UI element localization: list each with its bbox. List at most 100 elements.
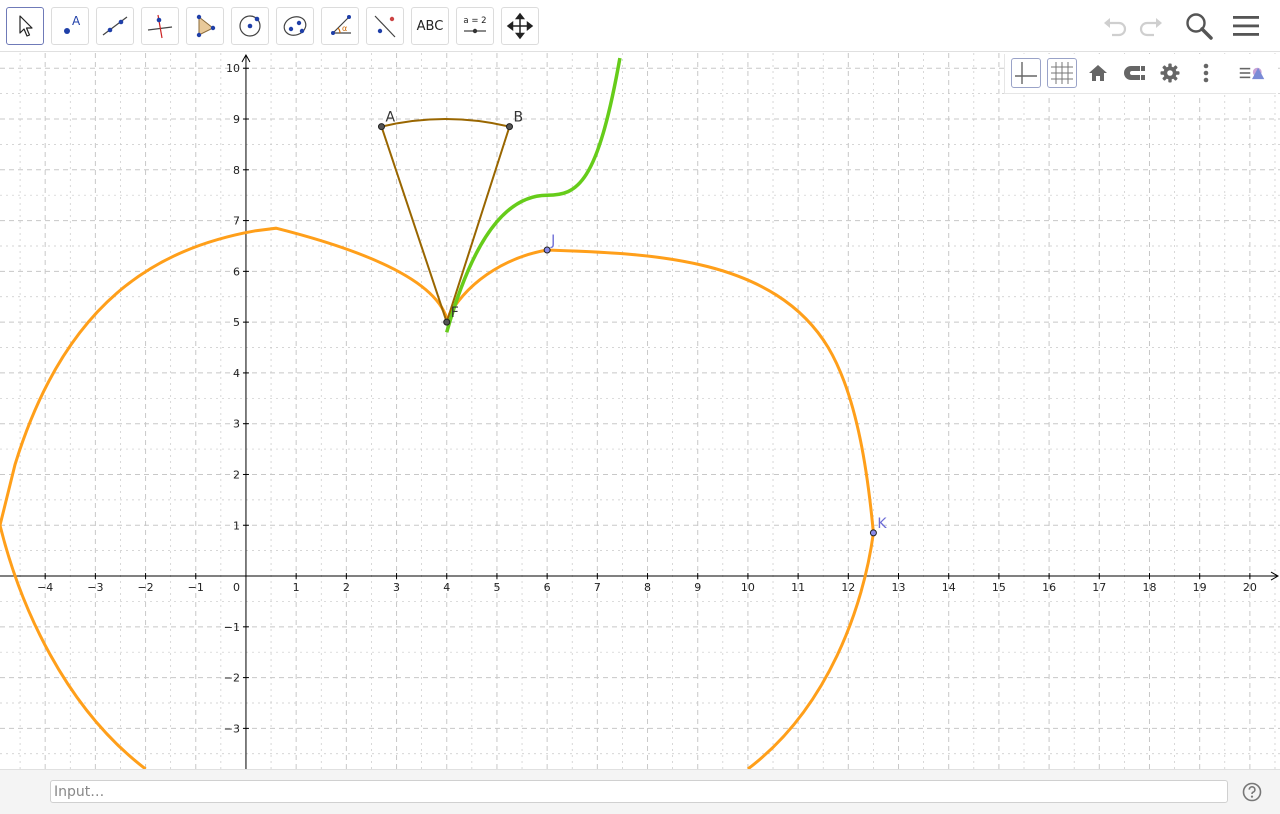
point-capturing-button[interactable] bbox=[1119, 58, 1149, 88]
point-capture-icon bbox=[1124, 66, 1145, 80]
search-button[interactable] bbox=[1182, 10, 1216, 42]
origin-label: 0 bbox=[233, 581, 240, 594]
axes: −4 −3 −2 −1 1 2 3 4 5 6 7 8 9 10 11 12 13 14 15 16 17 18 19 20−… bbox=[0, 53, 1280, 769]
y-tick-label: −1 bbox=[224, 621, 240, 634]
circle-tool[interactable] bbox=[231, 7, 269, 45]
point-label-k: K bbox=[877, 516, 887, 532]
x-tick-label: 18 bbox=[1142, 581, 1156, 594]
x-tick-label: −4 bbox=[37, 581, 53, 594]
point-label-a: A bbox=[385, 110, 395, 126]
x-tick-label: 17 bbox=[1092, 581, 1106, 594]
home-icon bbox=[1089, 65, 1107, 81]
axes-toggle-button[interactable] bbox=[1011, 58, 1041, 88]
settings-gear-icon bbox=[1160, 63, 1180, 83]
x-tick-label: 10 bbox=[741, 581, 755, 594]
x-tick-label: 20 bbox=[1243, 581, 1257, 594]
x-tick-label: 15 bbox=[992, 581, 1006, 594]
x-tick-label: −2 bbox=[137, 581, 153, 594]
x-tick-label: 3 bbox=[393, 581, 400, 594]
x-tick-label: 16 bbox=[1042, 581, 1056, 594]
move-tool[interactable] bbox=[6, 7, 44, 45]
slider-tool[interactable]: a = 2 bbox=[456, 7, 494, 45]
x-tick-label: 9 bbox=[694, 581, 701, 594]
reflect-about-line-icon bbox=[374, 15, 396, 38]
point-b[interactable] bbox=[505, 123, 513, 131]
slider-icon: a = 2 bbox=[463, 16, 487, 34]
point-icon: A bbox=[64, 14, 81, 34]
undo-button[interactable] bbox=[1098, 10, 1132, 42]
point-k[interactable] bbox=[869, 529, 877, 537]
more-options-button[interactable] bbox=[1191, 58, 1221, 88]
arrow-cursor-icon bbox=[19, 15, 33, 37]
x-tick-label: 2 bbox=[343, 581, 350, 594]
circle-center-point-icon bbox=[239, 15, 261, 37]
redo-button[interactable] bbox=[1134, 10, 1168, 42]
x-tick-label: 19 bbox=[1193, 581, 1207, 594]
algebra-input-field[interactable] bbox=[50, 780, 1228, 803]
menu-icon bbox=[1233, 16, 1259, 36]
redo-icon bbox=[1139, 18, 1162, 37]
ellipse-tool[interactable] bbox=[276, 7, 314, 45]
perpendicular-line-tool[interactable] bbox=[141, 7, 179, 45]
y-tick-label: 5 bbox=[233, 316, 240, 329]
point-tool-label: A bbox=[72, 14, 81, 28]
y-tick-label: 4 bbox=[233, 367, 240, 380]
point-label-j: J bbox=[550, 233, 555, 249]
toggle-style-bar-icon bbox=[1239, 67, 1265, 80]
perpendicular-line-icon bbox=[147, 14, 173, 39]
toggle-style-bar-button[interactable] bbox=[1237, 58, 1267, 88]
settings-button[interactable] bbox=[1155, 58, 1185, 88]
point-a[interactable] bbox=[377, 123, 385, 131]
x-tick-label: 11 bbox=[791, 581, 805, 594]
apple-outline-left-curve[interactable] bbox=[0, 226, 449, 769]
point-tool[interactable]: A bbox=[51, 7, 89, 45]
x-tick-label: 1 bbox=[293, 581, 300, 594]
undo-icon bbox=[1104, 18, 1127, 37]
x-tick-label: 13 bbox=[892, 581, 906, 594]
help-question-icon[interactable] bbox=[1242, 782, 1262, 802]
angle-tool-label: α bbox=[342, 24, 347, 33]
x-tick-label: 7 bbox=[594, 581, 601, 594]
toolbar: A α ABC a = 2 bbox=[0, 0, 1280, 52]
apple-outline-right-curve[interactable] bbox=[448, 248, 875, 769]
polygon-tool[interactable] bbox=[186, 7, 224, 45]
line-tool[interactable] bbox=[96, 7, 134, 45]
y-tick-label: −2 bbox=[224, 672, 240, 685]
text-tool-label: ABC bbox=[416, 18, 444, 34]
axes-toggle-icon bbox=[1015, 62, 1037, 84]
text-tool[interactable]: ABC bbox=[411, 7, 449, 45]
y-tick-label: 9 bbox=[233, 113, 240, 126]
x-tick-label: 12 bbox=[841, 581, 855, 594]
line-through-points-icon bbox=[102, 16, 128, 36]
x-tick-label: 6 bbox=[544, 581, 551, 594]
y-tick-label: −3 bbox=[224, 722, 240, 735]
point-label-b: B bbox=[513, 110, 523, 126]
main-menu-button[interactable] bbox=[1229, 10, 1263, 42]
point-label-f: F bbox=[451, 305, 459, 321]
x-tick-label: 4 bbox=[443, 581, 450, 594]
stem-curve[interactable] bbox=[445, 57, 622, 333]
standard-view-button[interactable] bbox=[1083, 58, 1113, 88]
x-tick-label: −1 bbox=[188, 581, 204, 594]
slider-tool-label: a = 2 bbox=[463, 16, 486, 26]
grid-toggle-icon bbox=[1051, 62, 1073, 84]
y-tick-label: 2 bbox=[233, 468, 240, 481]
y-tick-label: 7 bbox=[233, 215, 240, 228]
grid bbox=[0, 53, 1280, 769]
input-bar bbox=[0, 769, 1280, 814]
y-tick-label: 6 bbox=[233, 265, 240, 278]
y-tick-label: 3 bbox=[233, 418, 240, 431]
point-f[interactable] bbox=[443, 318, 451, 326]
more-vertical-icon bbox=[1203, 63, 1209, 83]
angle-icon: α bbox=[331, 15, 351, 35]
move-graphics-view-tool[interactable] bbox=[501, 7, 539, 45]
x-tick-label: 8 bbox=[644, 581, 651, 594]
point-j[interactable] bbox=[543, 246, 551, 254]
y-tick-label: 10 bbox=[226, 62, 240, 75]
graphics-view[interactable]: −4 −3 −2 −1 1 2 3 4 5 6 7 8 9 10 11 12 13 14 15 16 17 18 19 20−… bbox=[0, 53, 1280, 769]
style-bar bbox=[1004, 54, 1276, 94]
y-tick-label: 8 bbox=[233, 164, 240, 177]
grid-toggle-button[interactable] bbox=[1047, 58, 1077, 88]
reflect-tool[interactable] bbox=[366, 7, 404, 45]
angle-tool[interactable]: α bbox=[321, 7, 359, 45]
